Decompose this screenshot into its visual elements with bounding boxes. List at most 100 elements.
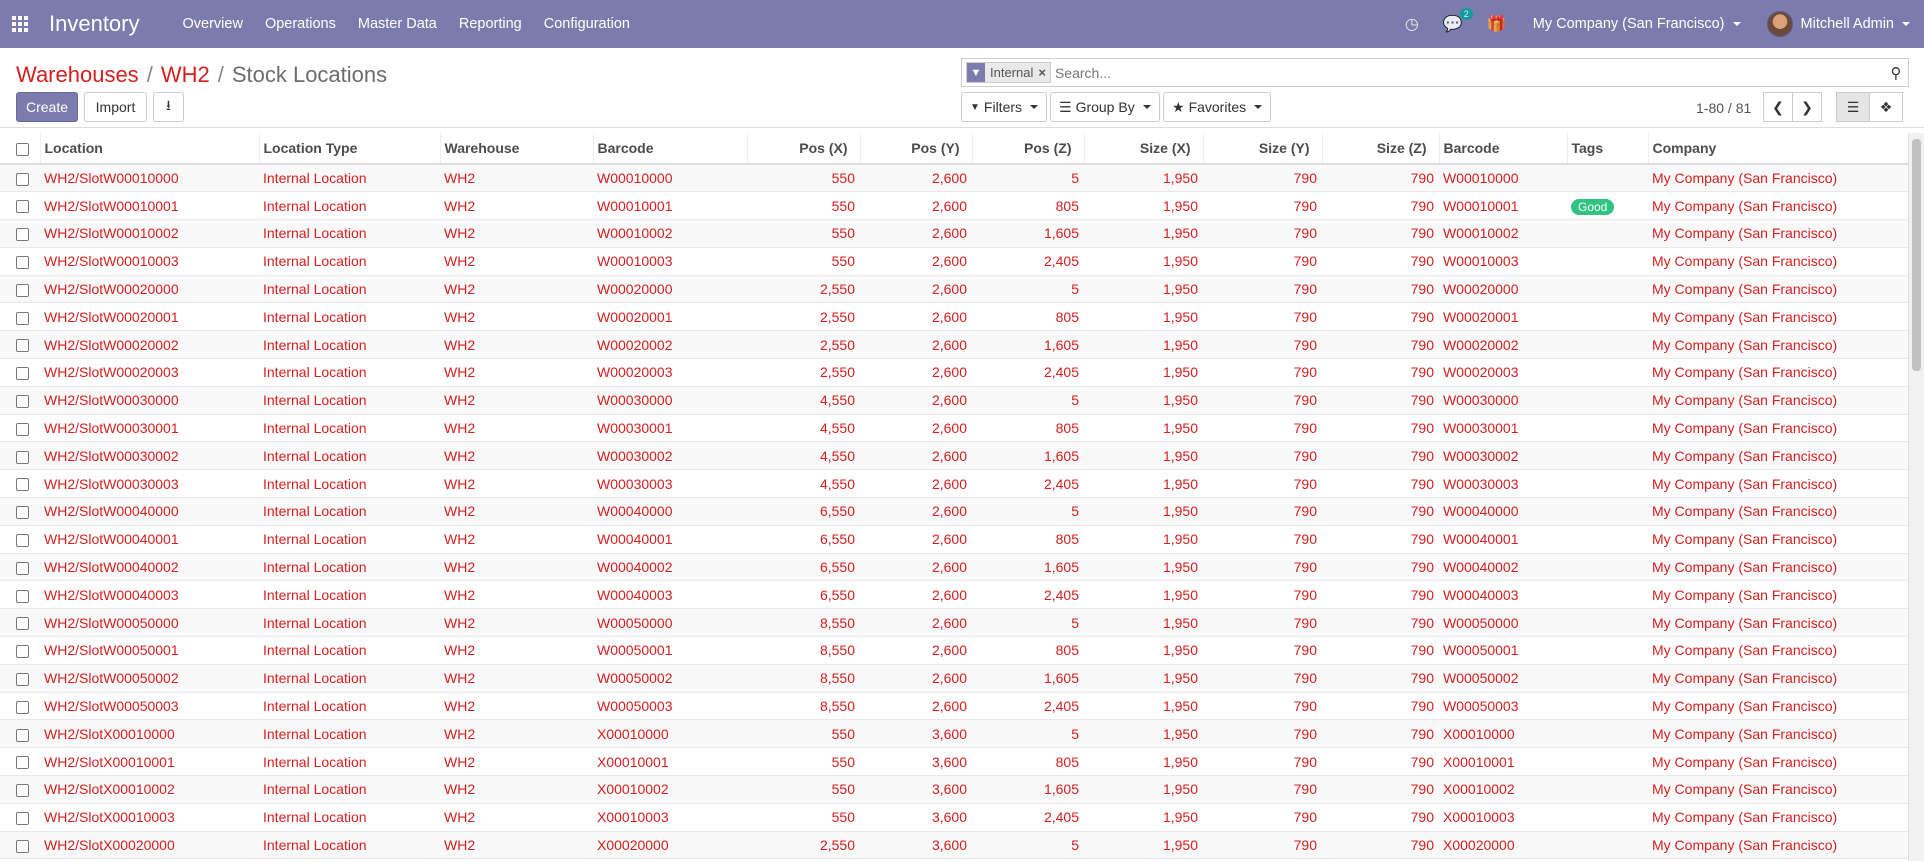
column-header[interactable]: Location — [40, 133, 260, 165]
table-row[interactable]: WH2/SlotW00010000 Internal Location WH2 W00… — [0, 164, 1908, 193]
table-cell[interactable]: W00050001 — [1439, 636, 1567, 665]
table-cell[interactable]: 5 — [972, 608, 1084, 638]
table-cell[interactable]: My Company (San Francisco) — [1648, 803, 1908, 832]
table-cell[interactable]: 2,405 — [972, 580, 1084, 610]
table-cell[interactable]: 1,950 — [1084, 469, 1203, 499]
vertical-scrollbar[interactable] — [1908, 133, 1924, 861]
row-checkbox[interactable] — [16, 450, 29, 464]
table-row[interactable]: WH2/SlotX00010001 Internal Location WH2 X00… — [0, 747, 1908, 777]
table-row[interactable]: WH2/SlotX00010000 Internal Location WH2 X00… — [0, 719, 1908, 749]
tags-cell[interactable] — [1567, 608, 1648, 638]
column-header[interactable]: Pos (Z) — [972, 133, 1085, 165]
table-cell[interactable]: 5 — [972, 831, 1084, 860]
table-cell[interactable]: W00050003 — [593, 692, 747, 721]
table-cell[interactable]: W00030001 — [1439, 414, 1567, 443]
row-checkbox[interactable] — [16, 256, 29, 270]
table-row[interactable]: WH2/SlotX00010003 Internal Location WH2 X00… — [0, 803, 1908, 832]
table-cell[interactable]: 1,950 — [1084, 219, 1203, 248]
table-cell[interactable]: 790 — [1203, 219, 1322, 248]
table-row[interactable]: WH2/SlotW00040003 Internal Location WH2 W00… — [0, 580, 1908, 610]
table-cell[interactable]: 790 — [1322, 386, 1439, 415]
table-row[interactable]: WH2/SlotW00030001 Internal Location WH2 W00… — [0, 414, 1908, 443]
table-cell[interactable]: WH2/SlotW00030002 — [40, 441, 259, 471]
table-cell[interactable]: Internal Location — [259, 580, 440, 610]
table-cell[interactable]: My Company (San Francisco) — [1648, 525, 1908, 554]
table-cell[interactable]: W00030003 — [593, 469, 747, 499]
row-select-cell[interactable] — [0, 580, 40, 610]
row-select-cell[interactable] — [0, 831, 40, 860]
table-cell[interactable]: 1,950 — [1084, 747, 1203, 777]
table-cell[interactable]: Internal Location — [259, 608, 440, 638]
table-cell[interactable]: WH2/SlotW00020003 — [40, 358, 259, 387]
table-cell[interactable]: 3,600 — [860, 775, 972, 804]
table-cell[interactable]: My Company (San Francisco) — [1648, 330, 1908, 360]
table-cell[interactable]: 2,600 — [860, 636, 972, 665]
table-cell[interactable]: 790 — [1203, 608, 1322, 638]
table-cell[interactable]: 790 — [1203, 441, 1322, 471]
table-cell[interactable]: 805 — [972, 191, 1084, 221]
tags-cell[interactable] — [1567, 747, 1648, 777]
table-cell[interactable]: X00010000 — [593, 719, 747, 749]
table-cell[interactable]: 790 — [1203, 664, 1322, 693]
table-cell[interactable]: W00030002 — [593, 441, 747, 471]
table-cell[interactable]: WH2/SlotX00010002 — [40, 775, 259, 804]
table-cell[interactable]: Internal Location — [259, 302, 440, 332]
table-row[interactable]: WH2/SlotX00010002 Internal Location WH2 X00… — [0, 775, 1908, 804]
table-row[interactable]: WH2/SlotW00050003 Internal Location WH2 W00… — [0, 692, 1908, 721]
table-row[interactable]: WH2/SlotW00020000 Internal Location WH2 W00… — [0, 275, 1908, 304]
breadcrumb-wh2[interactable]: WH2 — [161, 62, 210, 88]
table-cell[interactable]: 4,550 — [747, 441, 860, 471]
table-cell[interactable]: 1,950 — [1084, 275, 1203, 304]
table-cell[interactable]: 790 — [1203, 775, 1322, 804]
favorites-button[interactable]: ★ Favorites — [1163, 92, 1272, 122]
table-row[interactable]: WH2/SlotW00040002 Internal Location WH2 W00… — [0, 553, 1908, 582]
search-input[interactable] — [1054, 64, 1884, 81]
table-cell[interactable]: Internal Location — [259, 553, 440, 582]
table-cell[interactable]: WH2/SlotW00030003 — [40, 469, 259, 499]
table-cell[interactable]: My Company (San Francisco) — [1648, 358, 1908, 387]
row-select-cell[interactable] — [0, 386, 40, 415]
row-checkbox[interactable] — [16, 645, 29, 659]
row-select-cell[interactable] — [0, 553, 40, 582]
table-cell[interactable]: Internal Location — [259, 525, 440, 554]
row-select-cell[interactable] — [0, 358, 40, 387]
table-cell[interactable]: WH2/SlotW00030000 — [40, 386, 259, 415]
table-cell[interactable]: 2,550 — [747, 302, 860, 332]
table-cell[interactable]: 1,950 — [1084, 247, 1203, 276]
table-cell[interactable]: 6,550 — [747, 525, 860, 554]
table-cell[interactable]: Internal Location — [259, 747, 440, 777]
table-cell[interactable]: W00020000 — [1439, 275, 1567, 304]
table-cell[interactable]: X00010003 — [593, 803, 747, 832]
table-cell[interactable]: WH2 — [440, 441, 593, 471]
row-select-cell[interactable] — [0, 775, 40, 804]
table-cell[interactable]: 790 — [1322, 164, 1439, 193]
table-cell[interactable]: 790 — [1322, 497, 1439, 526]
table-cell[interactable]: My Company (San Francisco) — [1648, 608, 1908, 638]
table-cell[interactable]: 1,950 — [1084, 719, 1203, 749]
table-cell[interactable]: W00020003 — [593, 358, 747, 387]
table-cell[interactable]: 790 — [1203, 191, 1322, 221]
row-select-cell[interactable] — [0, 497, 40, 526]
table-cell[interactable]: 2,405 — [972, 247, 1084, 276]
table-cell[interactable]: X00010000 — [1439, 719, 1567, 749]
row-select-cell[interactable] — [0, 803, 40, 832]
table-cell[interactable]: W00010001 — [1439, 191, 1567, 221]
table-cell[interactable]: WH2 — [440, 164, 593, 193]
table-cell[interactable]: WH2 — [440, 219, 593, 248]
gift-icon[interactable]: 🎁 — [1487, 14, 1507, 34]
row-select-cell[interactable] — [0, 219, 40, 248]
table-cell[interactable]: WH2 — [440, 636, 593, 665]
table-cell[interactable]: 1,950 — [1084, 803, 1203, 832]
table-cell[interactable]: Internal Location — [259, 469, 440, 499]
table-cell[interactable]: My Company (San Francisco) — [1648, 692, 1908, 721]
table-cell[interactable]: WH2/SlotW00040003 — [40, 580, 259, 610]
table-cell[interactable]: 5 — [972, 164, 1084, 193]
table-cell[interactable]: WH2 — [440, 414, 593, 443]
table-cell[interactable]: WH2 — [440, 358, 593, 387]
table-cell[interactable]: WH2 — [440, 692, 593, 721]
table-cell[interactable]: 2,550 — [747, 831, 860, 860]
user-menu[interactable]: Mitchell Admin — [1766, 11, 1910, 37]
table-cell[interactable]: My Company (San Francisco) — [1648, 831, 1908, 860]
table-row[interactable]: WH2/SlotW00010001 Internal Location WH2 W00… — [0, 191, 1908, 221]
table-cell[interactable]: 790 — [1203, 275, 1322, 304]
